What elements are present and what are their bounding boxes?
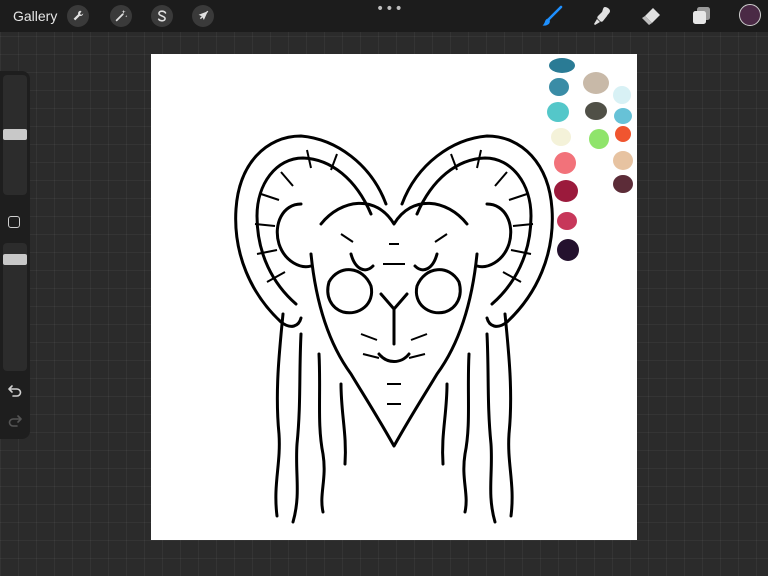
wrench-icon xyxy=(73,10,84,21)
brush-icon xyxy=(542,5,563,26)
transform-button[interactable] xyxy=(192,5,214,27)
palette-swatch[interactable] xyxy=(549,78,569,96)
top-toolbar: Gallery ••• xyxy=(0,0,768,32)
current-color-button[interactable] xyxy=(739,4,761,26)
smudge-icon xyxy=(594,7,610,25)
gallery-button[interactable]: Gallery xyxy=(13,8,57,24)
palette-swatch[interactable] xyxy=(583,72,609,94)
layers-icon xyxy=(693,7,710,24)
modify-button[interactable] xyxy=(8,216,20,228)
palette-swatch[interactable] xyxy=(614,108,632,124)
arrow-cursor-icon xyxy=(198,10,209,20)
actions-button[interactable] xyxy=(67,5,89,27)
adjustments-button[interactable] xyxy=(110,5,132,27)
opacity-thumb[interactable] xyxy=(3,254,27,265)
palette-swatch[interactable] xyxy=(554,180,578,202)
palette-swatch[interactable] xyxy=(589,129,609,149)
selection-s-icon xyxy=(157,10,167,22)
opacity-slider[interactable] xyxy=(3,243,27,371)
redo-icon[interactable] xyxy=(7,413,23,429)
brush-size-thumb[interactable] xyxy=(3,129,27,140)
palette-swatch[interactable] xyxy=(554,152,576,174)
brush-size-slider[interactable] xyxy=(3,75,27,195)
undo-icon[interactable] xyxy=(7,383,23,399)
selection-button[interactable] xyxy=(151,5,173,27)
palette-swatch[interactable] xyxy=(547,102,569,122)
magic-wand-icon xyxy=(115,9,128,22)
drawing-canvas[interactable] xyxy=(151,54,637,540)
palette-swatch[interactable] xyxy=(551,128,571,146)
eraser-tool-button[interactable] xyxy=(639,4,663,28)
ram-skull-artwork xyxy=(234,134,554,524)
smudge-tool-button[interactable] xyxy=(590,4,614,28)
palette-swatch[interactable] xyxy=(613,86,631,104)
eraser-icon xyxy=(642,8,660,25)
palette-swatch[interactable] xyxy=(613,175,633,193)
palette-swatch[interactable] xyxy=(615,126,631,142)
palette-swatch[interactable] xyxy=(557,212,577,230)
left-sidebar xyxy=(0,71,30,439)
layers-button[interactable] xyxy=(689,4,713,28)
palette-swatch[interactable] xyxy=(585,102,607,120)
brush-tool-button[interactable] xyxy=(540,4,564,28)
palette-swatch[interactable] xyxy=(557,239,579,261)
palette-swatch[interactable] xyxy=(549,58,575,73)
palette-swatch[interactable] xyxy=(613,151,633,170)
more-options-dots[interactable]: ••• xyxy=(376,1,404,17)
